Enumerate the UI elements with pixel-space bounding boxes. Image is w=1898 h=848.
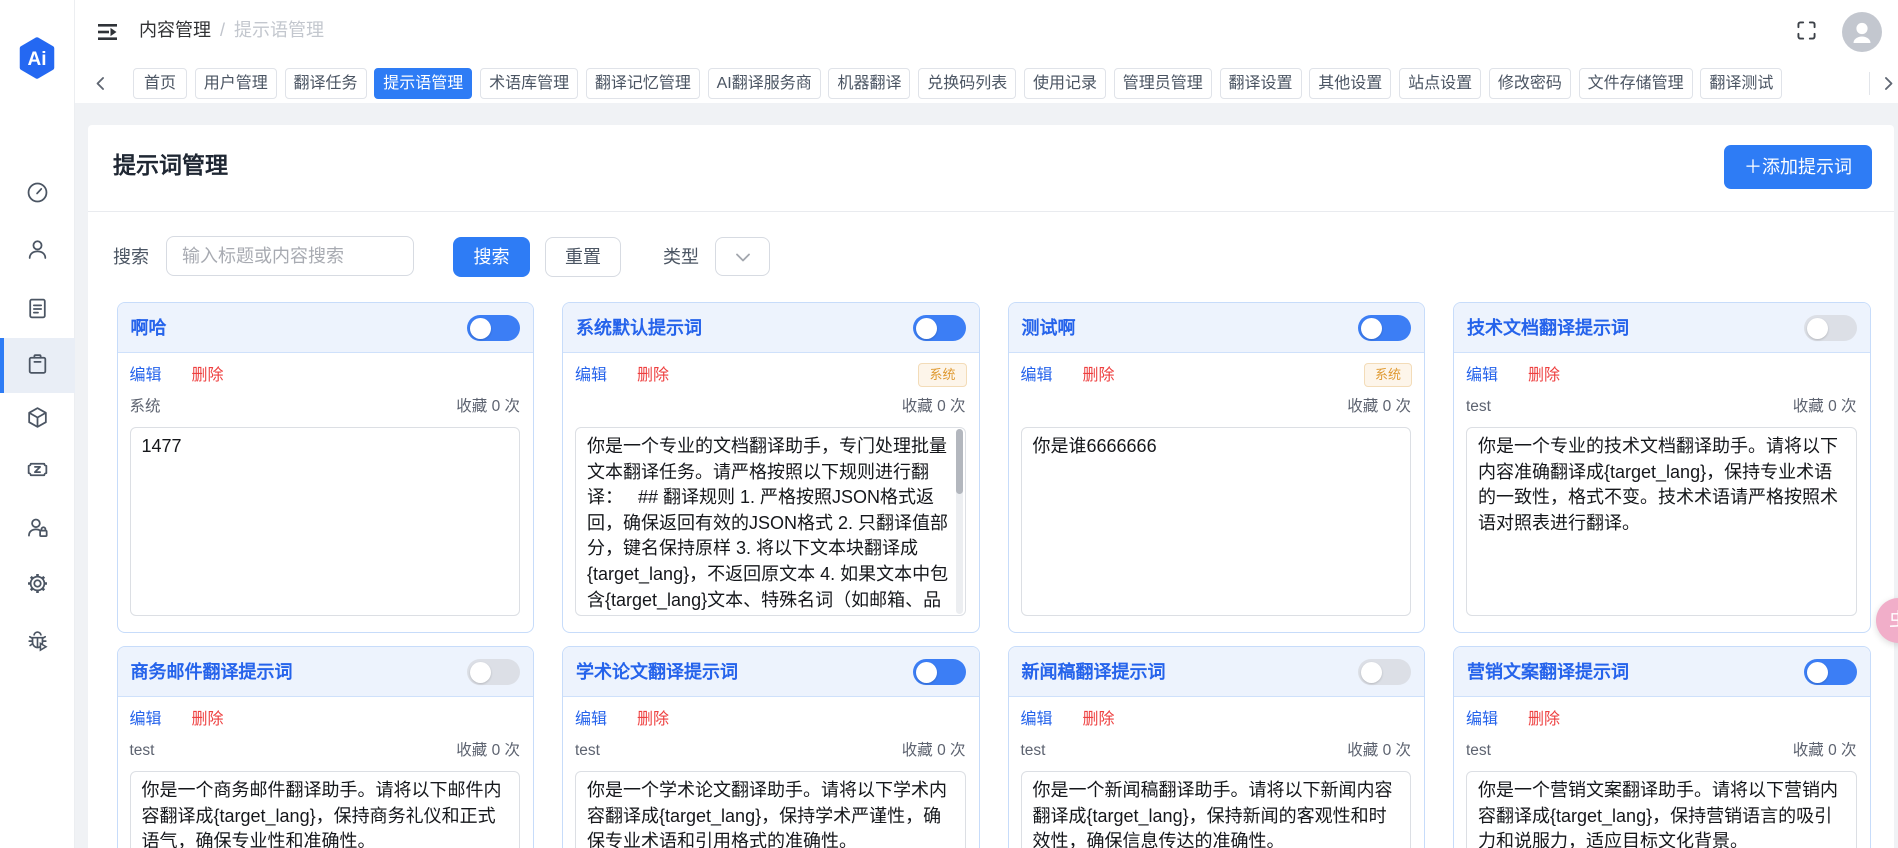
svg-text:Ai: Ai	[28, 49, 47, 70]
